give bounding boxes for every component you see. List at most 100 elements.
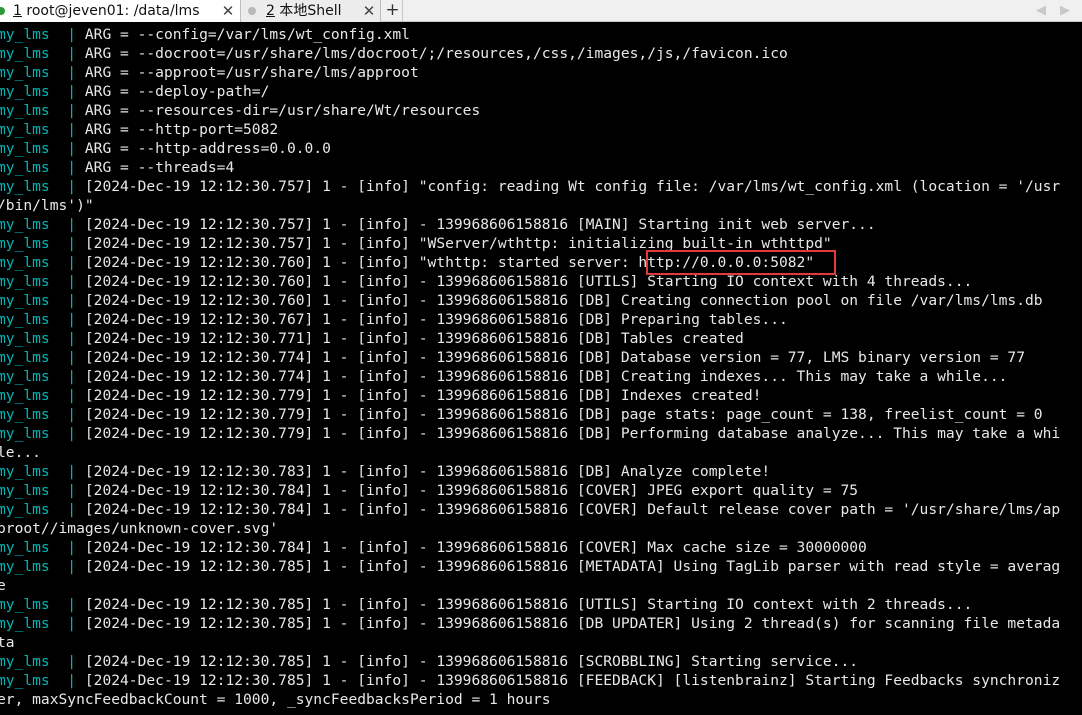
service-name: my_lms xyxy=(0,349,50,366)
log-text: [2024-Dec-19 12:12:30.771] 1 - [info] - … xyxy=(84,330,744,347)
log-text: [2024-Dec-19 12:12:30.784] 1 - [info] - … xyxy=(84,482,859,499)
scroll-tabs-left-icon[interactable]: ◀ xyxy=(1034,0,1048,22)
tab-title: 本地Shell xyxy=(274,3,342,19)
pipe-separator: | xyxy=(49,273,85,290)
pipe-separator: | xyxy=(49,235,85,252)
service-name: my_lms xyxy=(0,501,50,518)
service-name: my_lms xyxy=(0,406,50,423)
terminal-line: my_lms | [2024-Dec-19 12:12:30.784] 1 - … xyxy=(0,500,1060,519)
pipe-separator: | xyxy=(49,254,85,271)
log-text: [2024-Dec-19 12:12:30.785] 1 - [info] - … xyxy=(84,672,1061,689)
log-text: [2024-Dec-19 12:12:30.774] 1 - [info] - … xyxy=(84,349,1025,366)
terminal-line: my_lms | [2024-Dec-19 12:12:30.785] 1 - … xyxy=(0,557,1060,576)
pipe-separator: | xyxy=(49,672,85,689)
pipe-separator: | xyxy=(49,140,85,157)
terminal-line: my_lms | [2024-Dec-19 12:12:30.785] 1 - … xyxy=(0,652,858,671)
session-status-icon xyxy=(0,7,5,15)
service-name: my_lms xyxy=(0,83,50,100)
service-name: my_lms xyxy=(0,140,50,157)
terminal-line: my_lms | [2024-Dec-19 12:12:30.784] 1 - … xyxy=(0,481,858,500)
log-text: [2024-Dec-19 12:12:30.760] 1 - [info] - … xyxy=(84,273,973,290)
service-name: my_lms xyxy=(0,26,50,43)
terminal-line: my_lms | ARG = --http-port=5082 xyxy=(0,120,278,139)
tab-number: 1 xyxy=(13,3,22,19)
close-icon[interactable]: ✕ xyxy=(362,0,376,22)
log-text: [2024-Dec-19 12:12:30.784] 1 - [info] - … xyxy=(84,501,1061,518)
pipe-separator: | xyxy=(49,653,85,670)
log-text: ARG = --config=/var/lms/wt_config.xml xyxy=(84,26,410,43)
terminal-line: e xyxy=(0,576,6,595)
log-text: [2024-Dec-19 12:12:30.757] 1 - [info] "c… xyxy=(84,178,1061,195)
pipe-separator: | xyxy=(49,596,85,613)
terminal-line: my_lms | [2024-Dec-19 12:12:30.774] 1 - … xyxy=(0,348,1025,367)
tab-bar: 1 root@jeven01: /data/lms ✕ 2 本地Shell ✕ … xyxy=(0,0,1082,22)
service-name: my_lms xyxy=(0,387,50,404)
terminal-line: my_lms | ARG = --config=/var/lms/wt_conf… xyxy=(0,25,410,44)
service-name: my_lms xyxy=(0,178,50,195)
terminal-line: my_lms | [2024-Dec-19 12:12:30.779] 1 - … xyxy=(0,405,1043,424)
tab-title: root@jeven01: /data/lms xyxy=(21,3,200,19)
service-name: my_lms xyxy=(0,539,50,556)
tab-local-shell[interactable]: 2 本地Shell ✕ xyxy=(242,0,381,22)
service-name: my_lms xyxy=(0,653,50,670)
pipe-separator: | xyxy=(49,482,85,499)
terminal-line: my_lms | [2024-Dec-19 12:12:30.774] 1 - … xyxy=(0,367,1007,386)
service-name: my_lms xyxy=(0,235,50,252)
pipe-separator: | xyxy=(49,330,85,347)
terminal-line: my_lms | [2024-Dec-19 12:12:30.779] 1 - … xyxy=(0,386,761,405)
terminal-line: my_lms | [2024-Dec-19 12:12:30.757] 1 - … xyxy=(0,215,876,234)
terminal-line: my_lms | [2024-Dec-19 12:12:30.785] 1 - … xyxy=(0,614,1060,633)
pipe-separator: | xyxy=(49,292,85,309)
close-icon[interactable]: ✕ xyxy=(221,0,235,22)
service-name: my_lms xyxy=(0,558,50,575)
pipe-separator: | xyxy=(49,368,85,385)
new-tab-button[interactable]: + xyxy=(383,0,403,22)
terminal-line: my_lms | [2024-Dec-19 12:12:30.785] 1 - … xyxy=(0,671,1060,690)
service-name: my_lms xyxy=(0,672,50,689)
log-text: le... xyxy=(0,444,41,461)
pipe-separator: | xyxy=(49,26,85,43)
scroll-tabs-right-icon[interactable]: ▶ xyxy=(1058,0,1072,22)
log-text: ARG = --http-port=5082 xyxy=(84,121,279,138)
service-name: my_lms xyxy=(0,216,50,233)
service-name: my_lms xyxy=(0,596,50,613)
service-name: my_lms xyxy=(0,273,50,290)
log-text: ARG = --threads=4 xyxy=(84,159,235,176)
log-text: [2024-Dec-19 12:12:30.774] 1 - [info] - … xyxy=(84,368,1008,385)
log-text: [2024-Dec-19 12:12:30.760] 1 - [info] - … xyxy=(84,292,1043,309)
pipe-separator: | xyxy=(49,311,85,328)
tab-root-session[interactable]: 1 root@jeven01: /data/lms ✕ xyxy=(0,0,241,22)
terminal-line: my_lms | [2024-Dec-19 12:12:30.771] 1 - … xyxy=(0,329,744,348)
log-text: proot//images/unknown-cover.svg' xyxy=(0,520,279,537)
pipe-separator: | xyxy=(49,64,85,81)
service-name: my_lms xyxy=(0,64,50,81)
terminal-line: /bin/lms')" xyxy=(0,196,94,215)
pipe-separator: | xyxy=(49,406,85,423)
tab-label: 2 本地Shell xyxy=(266,0,342,22)
tab-label: 1 root@jeven01: /data/lms xyxy=(13,0,200,22)
terminal-output[interactable]: my_lms | ARG = --config=/var/lms/wt_conf… xyxy=(0,22,1082,715)
service-name: my_lms xyxy=(0,425,50,442)
log-text: [2024-Dec-19 12:12:30.757] 1 - [info] - … xyxy=(84,216,876,233)
pipe-separator: | xyxy=(49,387,85,404)
log-text: /bin/lms')" xyxy=(0,197,94,214)
log-text: [2024-Dec-19 12:12:30.785] 1 - [info] - … xyxy=(84,615,1061,632)
log-text: [2024-Dec-19 12:12:30.783] 1 - [info] - … xyxy=(84,463,771,480)
pipe-separator: | xyxy=(49,83,85,100)
pipe-separator: | xyxy=(49,558,85,575)
terminal-line: le... xyxy=(0,443,41,462)
pipe-separator: | xyxy=(49,539,85,556)
pipe-separator: | xyxy=(49,178,85,195)
log-text: er, maxSyncFeedbackCount = 1000, _syncFe… xyxy=(0,691,551,708)
terminal-line: my_lms | [2024-Dec-19 12:12:30.783] 1 - … xyxy=(0,462,770,481)
service-name: my_lms xyxy=(0,121,50,138)
service-name: my_lms xyxy=(0,482,50,499)
log-text: e xyxy=(0,577,6,594)
terminal-line: ta xyxy=(0,633,15,652)
terminal-line: my_lms | [2024-Dec-19 12:12:30.767] 1 - … xyxy=(0,310,788,329)
pipe-separator: | xyxy=(49,501,85,518)
session-status-icon xyxy=(248,7,256,15)
terminal-line: my_lms | ARG = --deploy-path=/ xyxy=(0,82,269,101)
url-highlight-box xyxy=(646,250,836,275)
pipe-separator: | xyxy=(49,121,85,138)
